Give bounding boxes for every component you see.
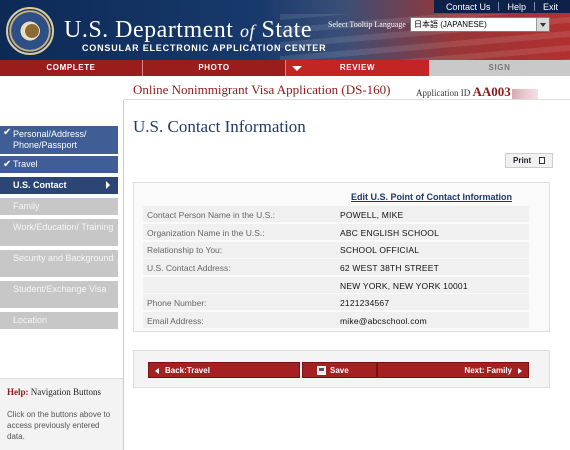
site-header: U.S. Department of State CONSULAR ELECTR… — [0, 0, 570, 60]
save-button[interactable]: Save — [302, 362, 377, 378]
contact-name-value: POWELL, MIKE — [340, 210, 404, 220]
arrow-left-icon — [155, 368, 159, 374]
sidebar-item-family: Family — [0, 198, 118, 215]
back-button[interactable]: Back:Travel — [148, 362, 300, 378]
department-seal-logo — [6, 7, 54, 55]
chevron-down-icon[interactable] — [536, 18, 549, 31]
sidebar-item-personal[interactable]: ✔ Personal/Address/ Phone/Passport — [0, 126, 118, 154]
help-body: Click on the buttons above to access pre… — [7, 410, 111, 441]
help-link[interactable]: Help — [499, 2, 534, 12]
check-icon: ✔ — [3, 159, 12, 170]
contact-name-label: Contact Person Name in the U.S.: — [147, 210, 276, 220]
save-disk-icon — [317, 366, 326, 375]
department-title: U.S. Department of State — [64, 17, 312, 43]
page-title: U.S. Contact Information — [133, 117, 306, 136]
application-title: Online Nonimmigrant Visa Application (DS… — [133, 82, 391, 97]
organization-value: ABC ENGLISH SCHOOL — [340, 228, 440, 238]
help-panel: Help: Navigation Buttons Click on the bu… — [0, 378, 123, 450]
print-button[interactable]: Print — [505, 153, 553, 168]
help-title: Help: Navigation Buttons — [7, 387, 101, 397]
edit-contact-link[interactable]: Edit U.S. Point of Contact Information — [351, 192, 512, 202]
phone-label: Phone Number: — [147, 298, 207, 308]
language-select-value: 日本語 (JAPANESE) — [414, 20, 487, 29]
check-icon: ✔ — [3, 127, 12, 138]
step-photo: PHOTO — [143, 60, 286, 76]
sidebar-item-location: Location — [0, 312, 118, 329]
sidebar-item-student: Student/Exchange Visa — [0, 281, 118, 308]
address-label: U.S. Contact Address: — [147, 263, 231, 273]
relationship-value: SCHOOL OFFICIAL — [340, 245, 420, 255]
email-label: Email Address: — [147, 316, 204, 326]
step-complete: COMPLETE — [0, 60, 143, 76]
address-line1-value: 62 WEST 38TH STREET — [340, 263, 440, 273]
arrow-right-icon — [518, 368, 522, 374]
sidebar-item-us-contact[interactable]: U.S. Contact — [0, 177, 118, 194]
step-review: REVIEW — [286, 60, 429, 76]
sidebar-item-work: Work/Education/ Training — [0, 219, 118, 246]
exit-link[interactable]: Exit — [535, 2, 566, 12]
contact-us-link[interactable]: Contact Us — [438, 2, 499, 12]
table-row — [143, 277, 529, 293]
current-step-marker-icon — [292, 66, 302, 71]
relationship-label: Relationship to You: — [147, 245, 223, 255]
phone-value: 2121234567 — [340, 298, 390, 308]
sidebar-item-security: Security and Background — [0, 250, 118, 277]
top-navigation: Contact Us Help Exit — [433, 0, 570, 13]
organization-label: Organization Name in the U.S.: — [147, 228, 265, 238]
center-subtitle: CONSULAR ELECTRONIC APPLICATION CENTER — [82, 43, 327, 53]
language-label: Select Tooltip Language — [328, 20, 406, 29]
next-button[interactable]: Next: Family — [377, 362, 529, 378]
redacted-id — [511, 88, 538, 99]
sidebar-item-travel[interactable]: ✔ Travel — [0, 156, 118, 173]
language-select[interactable]: 日本語 (JAPANESE) — [410, 17, 550, 32]
email-value: mike@abcschool.com — [340, 316, 427, 326]
step-sign: SIGN — [429, 60, 570, 76]
progress-bar: COMPLETE PHOTO REVIEW SIGN — [0, 60, 570, 76]
application-id-value: AA003 — [472, 84, 511, 99]
print-icon — [539, 157, 545, 164]
address-line2-value: NEW YORK, NEW YORK 10001 — [340, 281, 468, 291]
divider — [124, 99, 570, 100]
chevron-right-icon — [106, 181, 110, 189]
application-id: Application ID AA003 — [416, 84, 538, 100]
